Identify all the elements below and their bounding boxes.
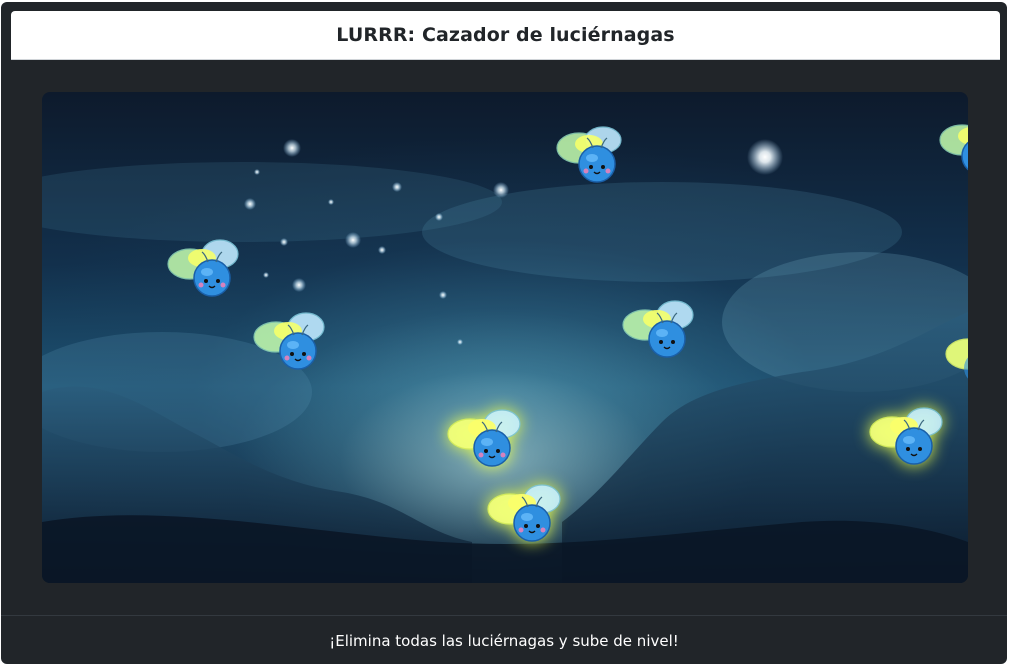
firefly-icon: [167, 239, 239, 297]
firefly-icon: [556, 126, 622, 183]
star: [378, 246, 386, 254]
star: [345, 232, 361, 248]
firefly[interactable]: [547, 122, 627, 192]
firefly[interactable]: [162, 234, 242, 304]
moon: [747, 139, 783, 175]
firefly-icon: [487, 484, 561, 542]
firefly-glowing[interactable]: [442, 402, 522, 472]
firefly-glowing[interactable]: [864, 400, 944, 470]
firefly-icon: [253, 312, 325, 370]
star: [493, 182, 509, 198]
firefly-icon: [622, 300, 694, 358]
firefly-icon: [945, 338, 968, 379]
firefly[interactable]: [248, 307, 328, 377]
star: [292, 278, 306, 292]
star: [280, 238, 288, 246]
star: [328, 199, 334, 205]
firefly-glowing[interactable]: [482, 477, 562, 547]
game-title: LURRR: Cazador de luciérnagas: [336, 24, 675, 46]
firefly[interactable]: [617, 295, 697, 365]
game-header: LURRR: Cazador de luciérnagas: [11, 11, 1000, 60]
firefly-icon: [447, 409, 521, 467]
star: [435, 213, 443, 221]
firefly-icon: [869, 407, 943, 465]
game-board[interactable]: [42, 92, 968, 583]
firefly-icon: [939, 124, 968, 171]
star: [392, 182, 402, 192]
star: [283, 139, 301, 157]
firefly[interactable]: [940, 324, 968, 394]
star: [457, 339, 463, 345]
star: [254, 169, 260, 175]
game-window: LURRR: Cazador de luciérnagas ¡Elimina t…: [1, 2, 1007, 664]
game-footer: ¡Elimina todas las luciérnagas y sube de…: [1, 615, 1007, 664]
star: [439, 291, 447, 299]
instruction-text: ¡Elimina todas las luciérnagas y sube de…: [329, 631, 679, 650]
firefly[interactable]: [930, 114, 968, 184]
star: [244, 198, 256, 210]
star: [263, 272, 269, 278]
